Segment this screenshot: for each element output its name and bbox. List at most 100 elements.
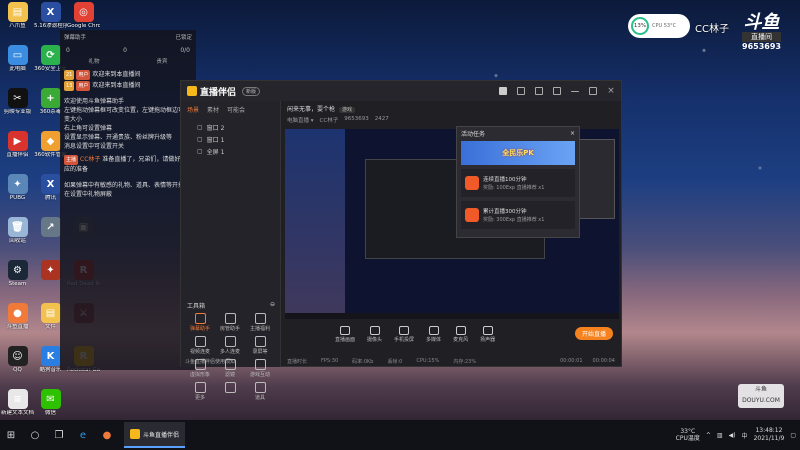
start-live-button[interactable]: 开始直播 xyxy=(575,327,613,340)
task-view-icon[interactable]: ❐ xyxy=(52,428,66,442)
pk-banner[interactable]: 全民乐PK xyxy=(461,141,575,165)
tool-item[interactable]: 房管助手 xyxy=(215,313,245,332)
lock-status[interactable]: 已锁定 xyxy=(175,33,192,41)
level-badge: 21 xyxy=(64,70,75,80)
tool-item[interactable]: 主播福利 xyxy=(245,313,275,332)
control-button[interactable]: 麦克风 xyxy=(453,325,468,343)
tool-label: 视频连麦 xyxy=(189,349,210,355)
tool-item[interactable]: 多人连麦 xyxy=(215,336,245,355)
system-line: 右上角可设置弹幕 xyxy=(64,125,113,132)
usage-notice[interactable]: 斗鱼直播伴侣使用须知 xyxy=(185,358,235,365)
desktop-icon[interactable]: ▶ 直播伴侣 xyxy=(1,131,34,173)
desktop-icon-label: 剪映专业版 xyxy=(3,109,32,115)
desktop-icon-label: PUBG xyxy=(9,195,26,201)
cpu-usage-ring: 13% xyxy=(631,17,649,35)
video-link-icon xyxy=(194,336,206,347)
douyu-watermark: 斗鱼 DOUYU.COM xyxy=(738,384,784,408)
volume-icon[interactable]: ◀) xyxy=(729,432,736,439)
room-title[interactable]: 闲来无事，耍个枪 xyxy=(287,106,335,113)
desktop-icon[interactable]: ● 斗鱼直播 xyxy=(1,303,34,345)
title-bar[interactable]: 直播伴侣 新版 × xyxy=(181,81,621,101)
danmu-overlay[interactable]: 弹幕助手 已锁定 0 0 0/0 礼物 贵宾 21 用户 欢迎来到本直播间 13 用户… xyxy=(60,30,196,370)
network-icon[interactable]: ▥ xyxy=(717,432,723,439)
status-duration: 直播时长 xyxy=(287,358,308,365)
douyu-taskbar-icon[interactable]: ● xyxy=(100,428,114,442)
live-mode[interactable]: 电脑直播 ▾ xyxy=(287,116,314,124)
tool-item[interactable]: 更多 xyxy=(185,382,215,401)
control-button[interactable]: 直播画面 xyxy=(335,325,355,343)
tool-label: 虚拟形象 xyxy=(189,372,210,378)
douyu-logo: 斗鱼 直播间 9653693 xyxy=(742,14,781,51)
search-icon[interactable]: ○ xyxy=(28,428,42,442)
control-button[interactable]: 多媒体 xyxy=(426,325,441,343)
message-icon[interactable] xyxy=(535,87,543,95)
tool-item[interactable]: 视频连麦 xyxy=(185,336,215,355)
task-item[interactable]: 累计直播300分钟 奖励: 300Exp 直播推荐 x1 xyxy=(461,201,575,229)
taskbar-app-live-companion[interactable]: 斗鱼直播伴侣 xyxy=(124,422,186,448)
desktop-icon[interactable]: ⚙ Steam xyxy=(1,260,34,302)
maximize-icon[interactable] xyxy=(589,87,597,95)
360-security-icon: ⟳ xyxy=(40,45,61,65)
360-antivirus-icon: + xyxy=(40,88,61,108)
tool-item[interactable]: 道具 xyxy=(245,382,275,401)
version-badge[interactable]: 新版 xyxy=(242,86,261,96)
qq-icon: ☺ xyxy=(7,346,28,366)
ime-indicator[interactable]: 中 xyxy=(742,431,748,440)
scene-item[interactable]: ▢ 窗口 1 xyxy=(187,133,274,145)
desktop-icon-label: 回收站 xyxy=(9,238,26,244)
control-button[interactable]: 摄像头 xyxy=(367,325,382,343)
avatar[interactable] xyxy=(499,87,507,95)
kugou-icon: K xyxy=(40,346,61,366)
tab-materials[interactable]: 素材 xyxy=(207,105,219,114)
popup-close-icon[interactable]: × xyxy=(570,130,575,137)
notification-icon[interactable]: ▢ xyxy=(790,432,796,439)
tab-gifts[interactable]: 礼物 xyxy=(88,57,99,65)
desktop-icon-label: 此电脑 xyxy=(9,66,26,72)
record-icon xyxy=(254,336,266,347)
tool-label: 多人连麦 xyxy=(219,349,240,355)
user-badge: 用户 xyxy=(76,81,91,91)
tab-other[interactable]: 可能会 xyxy=(227,105,245,114)
chevron-up-icon[interactable]: ^ xyxy=(706,432,711,439)
desktop-icon-label: 文件 xyxy=(44,324,56,330)
tool-item[interactable] xyxy=(215,382,245,401)
message-text: 欢迎来到本直播间 xyxy=(92,71,141,78)
chat-message: 13 用户 欢迎来到本直播间 xyxy=(64,81,192,91)
desktop-icon[interactable]: 🗑 回收站 xyxy=(1,217,34,259)
control-button[interactable]: 扬声器 xyxy=(480,325,495,343)
scene-item[interactable]: ▢ 窗口 2 xyxy=(187,121,274,133)
control-button[interactable]: 手机投屏 xyxy=(394,325,415,343)
desktop-icon[interactable]: ▤ 八爪鱼 xyxy=(1,2,34,44)
tab-vip[interactable]: 贵宾 xyxy=(156,57,167,65)
control-label: 手机投屏 xyxy=(394,336,415,343)
settings-icon[interactable] xyxy=(553,87,561,95)
desktop-icon[interactable]: ☺ QQ xyxy=(1,346,34,388)
stat-gifts: 0 xyxy=(123,46,127,54)
edge-icon[interactable]: e xyxy=(76,428,90,442)
wechat-icon: ✉ xyxy=(40,389,61,409)
cpu-temp-tray: 33°C CPU温度 xyxy=(676,428,700,442)
tab-scenes[interactable]: 场景 xyxy=(187,105,199,114)
douyu-sub: 直播间 xyxy=(742,32,781,42)
scene-item[interactable]: ▢ 全屏 1 xyxy=(187,145,274,157)
system-line: 左键拖动弹幕框可改变位置，左键拖动框边可改变大小 xyxy=(64,107,191,123)
toolbox-toggle-icon[interactable]: ⊖ xyxy=(270,301,275,310)
skin-icon[interactable] xyxy=(517,87,525,95)
clock[interactable]: 13:48:12 2021/11/9 xyxy=(754,427,785,443)
anchor-name-overlay: CC林子 xyxy=(695,24,729,35)
room-tag[interactable]: 游戏 xyxy=(339,107,356,113)
speaker-icon xyxy=(482,325,493,335)
tool-item[interactable]: 游戏互动 xyxy=(245,359,275,378)
task-item[interactable]: 连续直播100分钟 奖励: 100Exp 直播推荐 x1 xyxy=(461,169,575,197)
toolbox-title: 工具箱 xyxy=(187,303,206,310)
start-icon[interactable]: ⊞ xyxy=(4,428,18,442)
desktop-icon[interactable]: ✂ 剪映专业版 xyxy=(1,88,34,130)
tool-item[interactable]: 录屏等 xyxy=(245,336,275,355)
close-icon[interactable]: × xyxy=(607,87,615,96)
minimize-icon[interactable] xyxy=(571,90,579,92)
folder-icon-2: ▤ xyxy=(40,303,61,323)
desktop-icon[interactable]: ▭ 此电脑 xyxy=(1,45,34,87)
tool-item[interactable]: 弹幕助手 xyxy=(185,313,215,332)
computer-icon: ▭ xyxy=(7,45,28,65)
desktop-icon[interactable]: ✦ PUBG xyxy=(1,174,34,216)
